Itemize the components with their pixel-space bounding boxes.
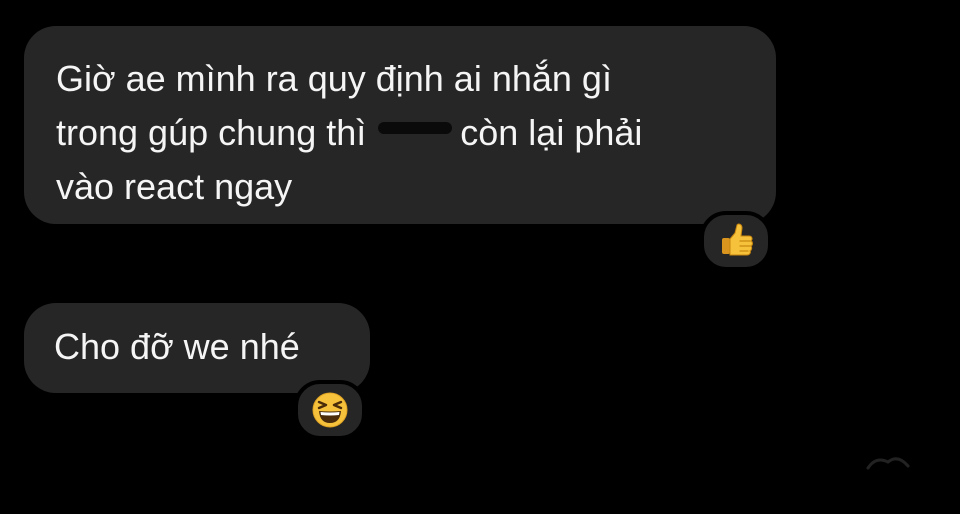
message-line: Giờ ae mình ra quy định ai nhắn gì (56, 58, 612, 99)
message-text-segment: còn lại phải (460, 112, 643, 153)
message-line: Cho đỡ we nhé (54, 326, 300, 367)
message-line: trong gúp chung thì còn lại phải (56, 106, 744, 160)
reaction-badge[interactable] (294, 380, 366, 440)
message-text-segment: trong gúp chung thì (56, 112, 367, 153)
message-bubble[interactable]: Giờ ae mình ra quy định ai nhắn gì trong… (24, 26, 776, 224)
thumbs-up-icon (716, 221, 756, 261)
watermark-icon (866, 457, 910, 470)
message-line: vào react ngay (56, 166, 293, 207)
redaction-scribble (376, 121, 457, 135)
reaction-badge[interactable] (700, 211, 772, 271)
grinning-squinting-face-icon (310, 390, 350, 430)
chat-thread: Giờ ae mình ra quy định ai nhắn gì trong… (0, 0, 960, 514)
